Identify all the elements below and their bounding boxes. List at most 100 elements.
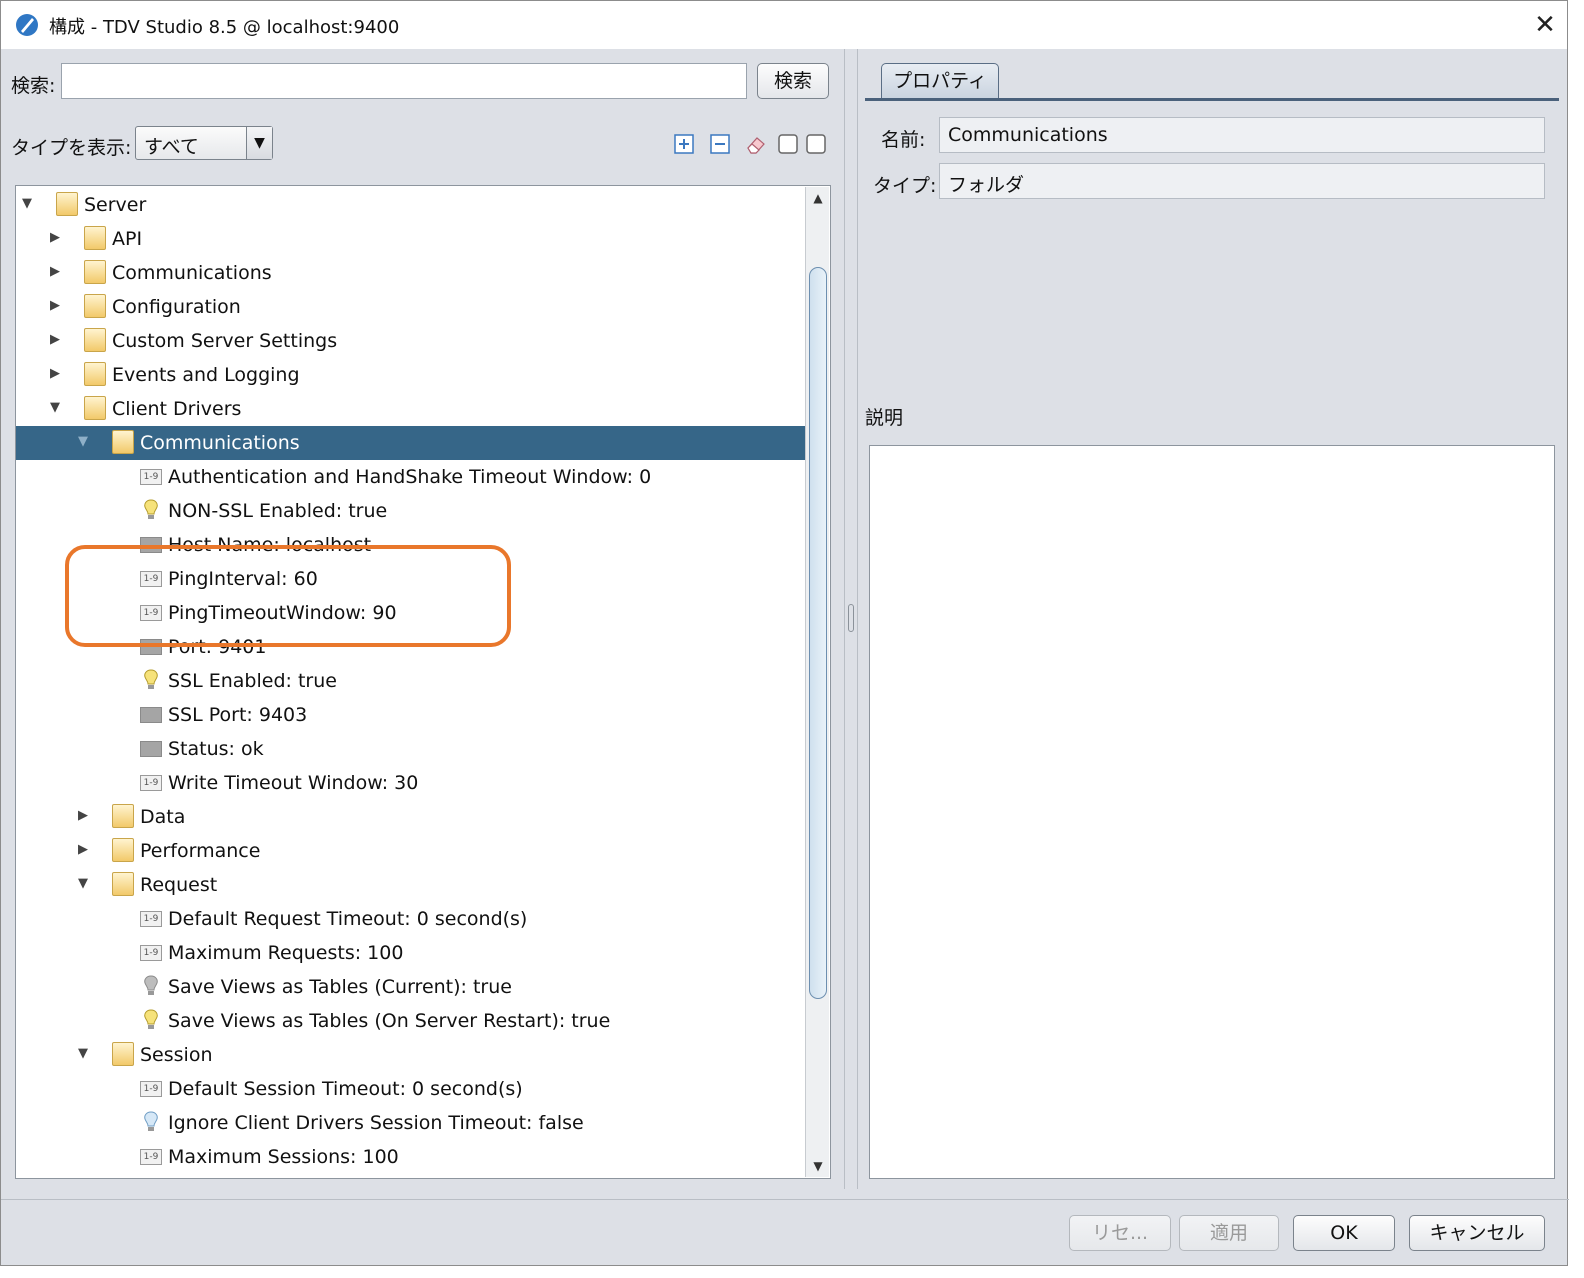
numeric-property-icon: 1-9 bbox=[140, 469, 162, 485]
tree-expand-icon[interactable]: ▶ bbox=[76, 808, 90, 823]
eraser-icon[interactable] bbox=[745, 133, 767, 155]
tree-folder-row[interactable]: ▼ Session bbox=[16, 1038, 806, 1072]
readonly-property-icon bbox=[140, 741, 162, 757]
tab-properties[interactable]: プロパティ bbox=[881, 63, 999, 99]
description-textarea[interactable] bbox=[869, 445, 1555, 1179]
search-input[interactable] bbox=[61, 63, 747, 99]
boolean-property-icon bbox=[144, 499, 158, 519]
tree-scrollbar[interactable]: ▲ ▼ bbox=[805, 187, 829, 1177]
configuration-tree[interactable]: ▼ Server ▶ API ▶ Communications ▶ Configuration… bbox=[15, 185, 831, 1179]
tree-expand-icon[interactable]: ▶ bbox=[48, 366, 62, 381]
name-label: 名前: bbox=[881, 129, 926, 151]
annotation-highlight-box bbox=[65, 545, 511, 647]
tree-property-row[interactable]: 1-9 Maximum Sessions: 100 bbox=[16, 1140, 806, 1174]
tree-row-label: API bbox=[112, 228, 143, 250]
tree-folder-row[interactable]: ▼ Server bbox=[16, 188, 806, 222]
tree-collapse-icon[interactable]: ▼ bbox=[76, 876, 90, 891]
folder-icon bbox=[84, 328, 106, 352]
tree-row-label: Save Views as Tables (On Server Restart)… bbox=[168, 1010, 611, 1032]
tree-property-row[interactable]: Status: ok bbox=[16, 732, 806, 766]
scroll-up-icon[interactable]: ▲ bbox=[806, 187, 830, 209]
numeric-property-icon: 1-9 bbox=[140, 1149, 162, 1165]
apply-button[interactable]: 適用 bbox=[1179, 1215, 1279, 1251]
scrollbar-thumb[interactable] bbox=[809, 267, 827, 999]
numeric-property-icon: 1-9 bbox=[140, 945, 162, 961]
tree-property-row[interactable]: 1-9 Default Session Timeout: 0 second(s) bbox=[16, 1072, 806, 1106]
pane-splitter[interactable] bbox=[844, 49, 858, 1189]
tree-expand-icon[interactable]: ▶ bbox=[48, 332, 62, 347]
folder-icon bbox=[112, 430, 134, 454]
name-field[interactable]: Communications bbox=[939, 117, 1545, 153]
tree-collapse-icon[interactable]: ▼ bbox=[76, 434, 90, 449]
collapse-all-icon[interactable] bbox=[709, 133, 731, 155]
tree-property-row[interactable]: Save Views as Tables (Current): true bbox=[16, 970, 806, 1004]
tree-property-row[interactable]: 1-9 Authentication and HandShake Timeout … bbox=[16, 460, 806, 494]
tree-property-row[interactable]: NON-SSL Enabled: true bbox=[16, 494, 806, 528]
tree-expand-icon[interactable]: ▶ bbox=[48, 298, 62, 313]
expand-all-icon[interactable] bbox=[673, 133, 695, 155]
boolean-property-icon bbox=[144, 669, 158, 689]
tree-folder-row[interactable]: ▶ Custom Server Settings bbox=[16, 324, 806, 358]
close-icon[interactable]: ✕ bbox=[1529, 9, 1561, 41]
tree-folder-row[interactable]: ▶ Configuration bbox=[16, 290, 806, 324]
tree-folder-row[interactable]: ▼ Client Drivers bbox=[16, 392, 806, 426]
numeric-property-icon: 1-9 bbox=[140, 911, 162, 927]
tree-expand-icon[interactable]: ▶ bbox=[48, 264, 62, 279]
tree-folder-row[interactable]: ▼ Request bbox=[16, 868, 806, 902]
boolean-property-icon bbox=[144, 1009, 158, 1029]
folder-icon bbox=[84, 396, 106, 420]
tree-property-row[interactable]: 1-9 Maximum Requests: 100 bbox=[16, 936, 806, 970]
tree-property-row[interactable]: 1-9 Default Request Timeout: 0 second(s) bbox=[16, 902, 806, 936]
tree-folder-row[interactable]: ▶ Events and Logging bbox=[16, 358, 806, 392]
tree-row-label: Maximum Requests: 100 bbox=[168, 942, 404, 964]
numeric-property-icon: 1-9 bbox=[140, 1081, 162, 1097]
tree-row-label: Communications bbox=[112, 262, 272, 284]
tree-folder-row[interactable]: ▶ Data bbox=[16, 800, 806, 834]
tree-folder-row[interactable]: ▼ Communications bbox=[16, 426, 806, 460]
boolean-property-icon bbox=[144, 975, 158, 995]
folder-icon bbox=[112, 838, 134, 862]
tree-folder-row[interactable]: ▶ Performance bbox=[16, 834, 806, 868]
tree-collapse-icon[interactable]: ▼ bbox=[76, 1046, 90, 1061]
checkbox-icon[interactable] bbox=[777, 133, 799, 155]
tab-underline bbox=[865, 98, 1559, 101]
tree-property-row[interactable]: SSL Port: 9403 bbox=[16, 698, 806, 732]
checkbox-icon[interactable] bbox=[805, 133, 827, 155]
readonly-property-icon bbox=[140, 707, 162, 723]
type-filter-select[interactable]: すべて ▼ bbox=[135, 126, 273, 160]
tree-collapse-icon[interactable]: ▼ bbox=[48, 400, 62, 415]
tree-expand-icon[interactable]: ▶ bbox=[48, 230, 62, 245]
tree-expand-icon[interactable]: ▶ bbox=[76, 842, 90, 857]
type-label: タイプ: bbox=[873, 175, 937, 197]
search-button[interactable]: 検索 bbox=[757, 63, 829, 99]
cancel-button[interactable]: キャンセル bbox=[1409, 1215, 1545, 1251]
tree-row-label: Data bbox=[140, 806, 186, 828]
tree-row-label: Events and Logging bbox=[112, 364, 300, 386]
tree-property-row[interactable]: SSL Enabled: true bbox=[16, 664, 806, 698]
tree-collapse-icon[interactable]: ▼ bbox=[20, 196, 34, 211]
tree-property-row[interactable]: Save Views as Tables (On Server Restart)… bbox=[16, 1004, 806, 1038]
tree-row-label: SSL Port: 9403 bbox=[168, 704, 308, 726]
title-bar: 構成 - TDV Studio 8.5 @ localhost:9400 ✕ bbox=[1, 1, 1567, 49]
tree-row-label: Request bbox=[140, 874, 218, 896]
tree-folder-row[interactable]: ▶ Communications bbox=[16, 256, 806, 290]
splitter-grip[interactable] bbox=[848, 604, 854, 632]
footer-divider bbox=[1, 1199, 1569, 1200]
search-label: 検索: bbox=[11, 75, 56, 97]
tree-property-row[interactable]: Ignore Client Drivers Session Timeout: f… bbox=[16, 1106, 806, 1140]
scroll-down-icon[interactable]: ▼ bbox=[806, 1155, 830, 1177]
folder-icon bbox=[84, 260, 106, 284]
ok-button[interactable]: OK bbox=[1293, 1215, 1395, 1251]
folder-icon bbox=[84, 362, 106, 386]
tree-folder-row[interactable]: ▶ API bbox=[16, 222, 806, 256]
chevron-down-icon[interactable]: ▼ bbox=[246, 127, 272, 159]
tree-property-row[interactable]: 1-9 Write Timeout Window: 30 bbox=[16, 766, 806, 800]
tree-row-label: Server bbox=[84, 194, 147, 216]
folder-icon bbox=[84, 226, 106, 250]
reset-button[interactable]: リセ... bbox=[1069, 1215, 1171, 1251]
type-field[interactable]: フォルダ bbox=[939, 163, 1545, 199]
tree-row-label: Authentication and HandShake Timeout Win… bbox=[168, 466, 652, 488]
tree-row-label: Configuration bbox=[112, 296, 241, 318]
window-title: 構成 - TDV Studio 8.5 @ localhost:9400 bbox=[49, 17, 400, 38]
folder-icon bbox=[84, 294, 106, 318]
